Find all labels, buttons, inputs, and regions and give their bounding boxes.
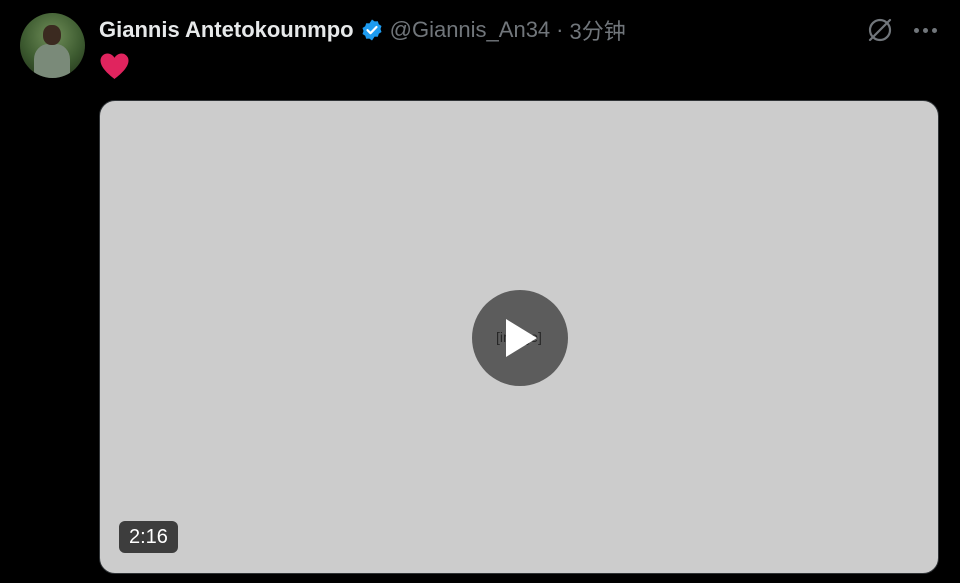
avatar-torso <box>34 44 70 78</box>
tweet-timestamp[interactable]: 3分钟 <box>570 14 626 46</box>
play-button[interactable] <box>472 290 568 386</box>
more-options-icon[interactable] <box>911 16 939 44</box>
avatar-head <box>43 25 61 45</box>
more-dot <box>922 27 928 33</box>
header-separator: · <box>556 17 564 42</box>
author-name[interactable]: Giannis Antetokounmpo <box>99 17 354 43</box>
author-handle[interactable]: @Giannis_An34 <box>390 17 551 43</box>
grok-icon[interactable] <box>866 16 894 44</box>
verified-badge-icon[interactable] <box>360 18 384 42</box>
red-heart-emoji <box>99 52 130 80</box>
tweet-header: Giannis Antetokounmpo @Giannis_An34 · 3分… <box>99 14 626 46</box>
more-dot <box>913 27 919 33</box>
more-dot <box>931 27 937 33</box>
play-icon <box>506 319 537 357</box>
author-avatar[interactable] <box>20 13 85 78</box>
video-duration-badge: 2:16 <box>119 521 178 553</box>
